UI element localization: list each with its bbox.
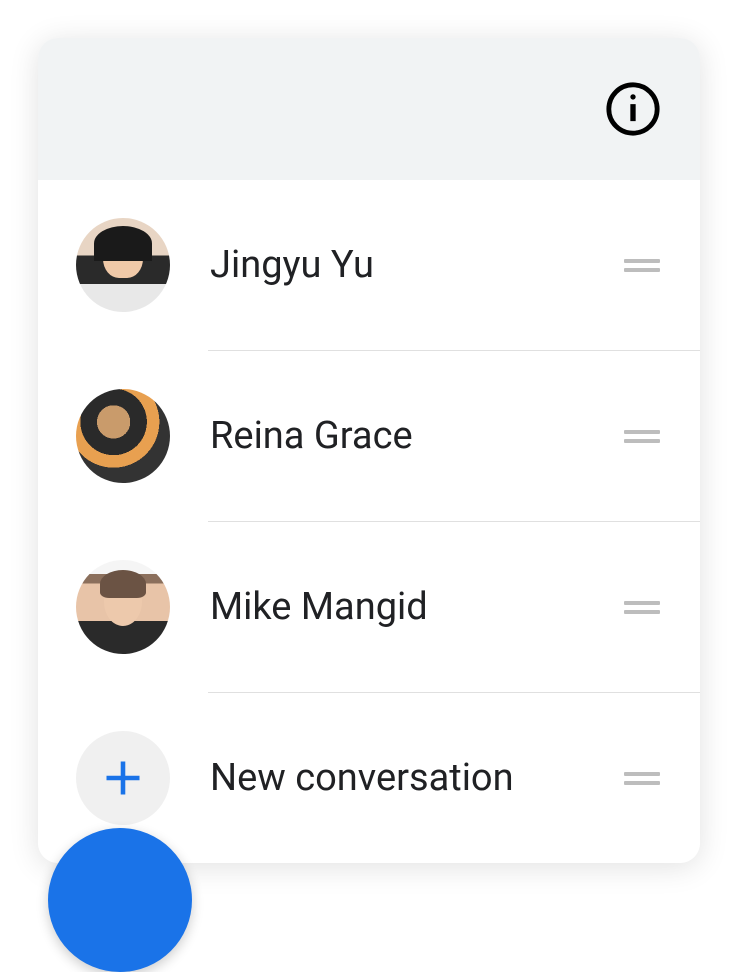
new-conversation-label: New conversation xyxy=(210,756,624,800)
conversation-item[interactable]: Jingyu Yu xyxy=(38,180,700,350)
conversation-panel: Jingyu Yu Reina Grace Mike Mangid xyxy=(38,38,700,863)
new-conversation-avatar xyxy=(76,731,170,825)
conversation-item[interactable]: Mike Mangid xyxy=(38,522,700,692)
avatar xyxy=(76,218,170,312)
conversation-name: Jingyu Yu xyxy=(210,243,624,287)
conversation-item-content: Mike Mangid xyxy=(76,560,624,654)
drag-handle-icon[interactable] xyxy=(624,772,660,785)
fab-button[interactable] xyxy=(48,828,192,972)
drag-handle-icon[interactable] xyxy=(624,259,660,272)
info-icon xyxy=(604,80,662,138)
conversation-item-content: Reina Grace xyxy=(76,389,624,483)
conversation-item-content: Jingyu Yu xyxy=(76,218,624,312)
new-conversation-content: New conversation xyxy=(76,731,624,825)
conversation-name: Mike Mangid xyxy=(210,585,624,629)
conversation-list: Jingyu Yu Reina Grace Mike Mangid xyxy=(38,180,700,863)
avatar xyxy=(76,560,170,654)
panel-header xyxy=(38,38,700,180)
drag-handle-icon[interactable] xyxy=(624,601,660,614)
avatar xyxy=(76,389,170,483)
drag-handle-icon[interactable] xyxy=(624,430,660,443)
plus-icon xyxy=(101,756,145,800)
conversation-name: Reina Grace xyxy=(210,414,624,458)
info-button[interactable] xyxy=(604,80,662,138)
conversation-item[interactable]: Reina Grace xyxy=(38,351,700,521)
